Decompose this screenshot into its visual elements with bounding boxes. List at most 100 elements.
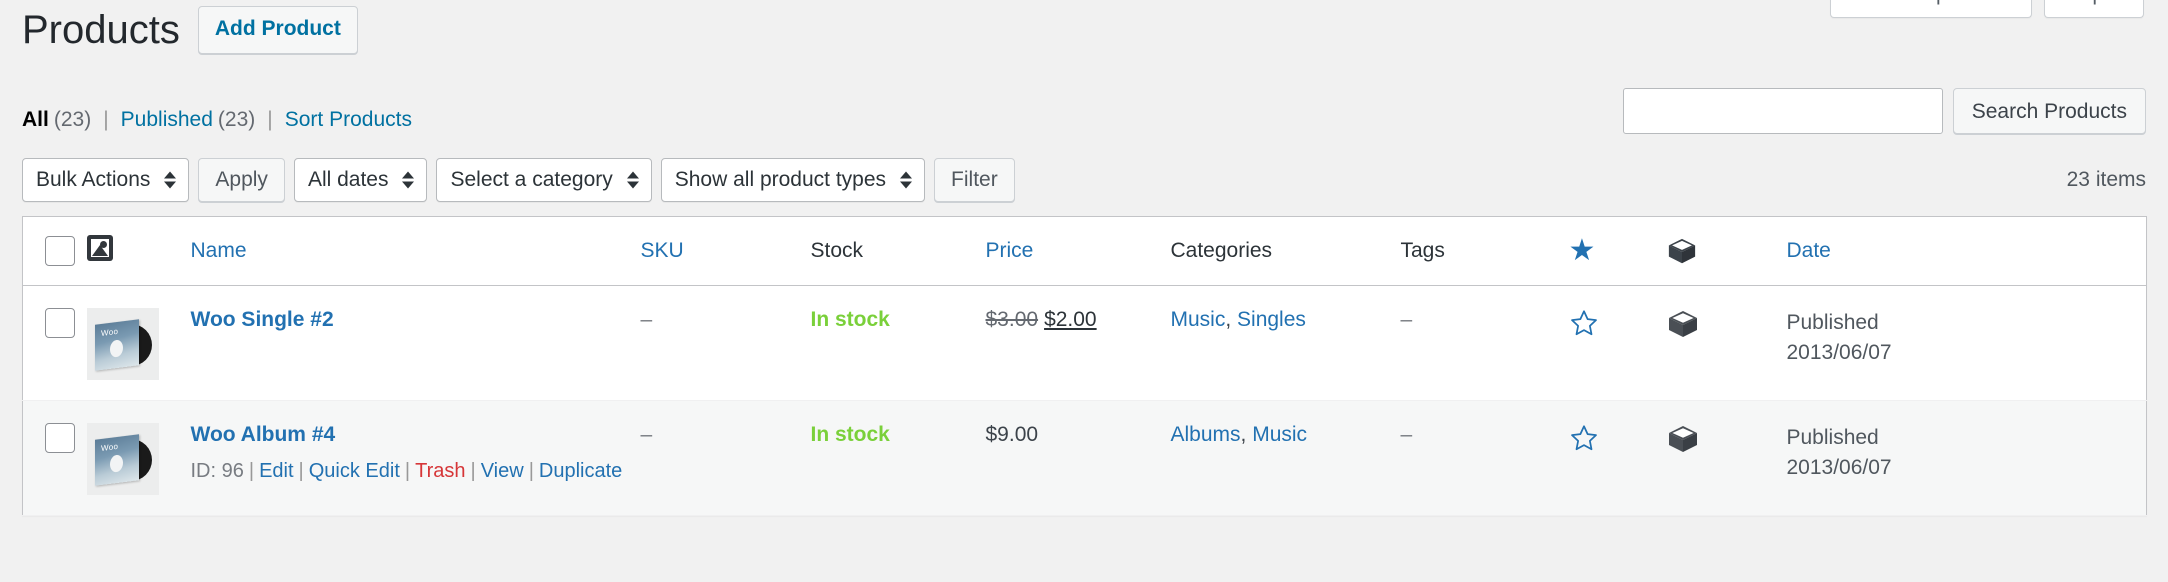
bulk-actions-select[interactable]: Bulk Actions	[22, 158, 190, 202]
column-header-select-all[interactable]	[22, 216, 87, 286]
row-featured-cell[interactable]	[1568, 400, 1667, 516]
bulk-actions-value: Bulk Actions	[36, 168, 151, 191]
filter-button[interactable]: Filter	[934, 158, 1015, 202]
row-thumbnail-cell: Woo	[86, 285, 191, 401]
column-header-tags: Tags	[1400, 216, 1569, 286]
column-header-tags-label: Tags	[1400, 239, 1445, 262]
row-actions: ID: 96 | Edit | Quick Edit | Trash | View | Duplic…	[190, 460, 623, 482]
apply-button[interactable]: Apply	[198, 158, 285, 202]
category-comma: ,	[1225, 308, 1238, 331]
search-products-button[interactable]: Search Products	[1952, 88, 2146, 134]
column-header-price[interactable]: Price	[985, 216, 1171, 286]
category-link[interactable]: Albums	[1171, 423, 1241, 446]
view-link-all[interactable]: All	[22, 108, 49, 132]
date-value: 2013/06/07	[1786, 341, 1892, 365]
row-checkbox-cell[interactable]	[22, 400, 87, 516]
chevron-down-icon: ▼	[2002, 0, 2015, 2]
date-filter-select[interactable]: All dates	[293, 158, 428, 202]
row-thumbnail-cell: Woo	[86, 400, 191, 516]
column-header-categories: Categories	[1170, 216, 1401, 286]
column-header-thumbnail	[86, 216, 191, 286]
row-categories-cell[interactable]: Music, Singles	[1170, 285, 1401, 401]
table-header-row: Name SKU Stock Price Categories Tags ★ D…	[22, 216, 2147, 286]
category-link[interactable]: Music	[1252, 423, 1307, 446]
row-price-cell: $3.00 $2.00	[985, 285, 1171, 401]
column-header-featured[interactable]: ★	[1568, 216, 1667, 286]
product-type-filter-value: Show all product types	[674, 168, 887, 191]
category-link[interactable]: Singles	[1237, 308, 1306, 331]
category-filter-value: Select a category	[450, 168, 613, 191]
stock-status: In stock	[810, 308, 890, 331]
column-header-sku[interactable]: SKU	[640, 216, 811, 286]
row-sku-cell: –	[640, 285, 811, 401]
duplicate-link[interactable]: Duplicate	[539, 460, 622, 482]
select-arrows-icon	[900, 171, 913, 189]
product-box-icon	[1667, 236, 1787, 266]
view-link-published[interactable]: Published	[121, 108, 213, 132]
row-checkbox-cell[interactable]	[22, 285, 87, 401]
row-featured-cell[interactable]	[1568, 285, 1667, 401]
column-header-sku-label[interactable]: SKU	[641, 239, 684, 262]
view-filter-links: All (23) | Published (23) | Sort Product…	[22, 108, 412, 132]
help-label: Help	[2061, 0, 2104, 7]
star-outline-icon[interactable]	[1569, 423, 1667, 453]
row-select-checkbox[interactable]	[45, 423, 75, 453]
row-categories-cell[interactable]: Albums, Music	[1170, 400, 1401, 516]
view-link-sort-products[interactable]: Sort Products	[285, 108, 412, 132]
select-arrows-icon	[164, 171, 177, 189]
page-header: Products Add Product	[22, 6, 358, 54]
row-date-cell: Published 2013/06/07	[1786, 285, 2147, 401]
product-price: $9.00	[985, 423, 1039, 446]
product-sku: –	[640, 308, 653, 331]
category-link[interactable]: Music	[1171, 308, 1226, 331]
trash-link[interactable]: Trash	[415, 460, 465, 482]
row-name-cell[interactable]: Woo Album #4 ID: 96 | Edit | Quick Edit | Tras…	[190, 400, 641, 516]
category-filter-select[interactable]: Select a category	[436, 158, 652, 202]
search-input[interactable]	[1622, 88, 1943, 134]
row-name-cell[interactable]: Woo Single #2	[190, 285, 641, 401]
quick-edit-link[interactable]: Quick Edit	[309, 460, 400, 482]
admin-products-screen: Screen Options ▼ Help ▼ Products Add Pro…	[0, 0, 2168, 582]
select-all-checkbox[interactable]	[45, 236, 75, 266]
product-name-link[interactable]: Woo Album #4	[191, 423, 336, 446]
star-outline-icon[interactable]	[1569, 308, 1667, 338]
product-type-filter-select[interactable]: Show all product types	[660, 158, 926, 202]
screen-options-button[interactable]: Screen Options ▼	[1830, 0, 2032, 19]
row-product-type-cell	[1666, 400, 1787, 516]
column-header-categories-label: Categories	[1170, 239, 1273, 262]
view-count-all: (23)	[53, 108, 92, 131]
column-header-name-label[interactable]: Name	[191, 239, 247, 262]
row-tags-cell: –	[1400, 400, 1569, 516]
column-header-date-label[interactable]: Date	[1787, 239, 1831, 262]
tablenav-top: Bulk Actions Apply All dates Select a ca…	[22, 157, 1015, 203]
view-link[interactable]: View	[481, 460, 524, 482]
product-tags: –	[1400, 423, 1413, 446]
date-value: 2013/06/07	[1786, 456, 1892, 480]
date-status: Published	[1786, 311, 1879, 334]
column-header-price-label[interactable]: Price	[986, 239, 1034, 262]
product-name-link[interactable]: Woo Single #2	[191, 308, 334, 331]
product-thumbnail: Woo	[86, 308, 159, 380]
view-separator: |	[267, 108, 273, 131]
column-header-name[interactable]: Name	[190, 216, 641, 286]
select-arrows-icon	[402, 171, 415, 189]
sale-price: $2.00	[1044, 308, 1097, 331]
table-row[interactable]: Woo Woo Single #2 – In stock $3.00 $2.00 …	[22, 285, 2147, 401]
category-comma: ,	[1240, 423, 1253, 446]
row-price-cell: $9.00	[985, 400, 1171, 516]
product-sku: –	[640, 423, 653, 446]
search-box: Search Products	[1622, 88, 2146, 134]
column-header-date[interactable]: Date	[1786, 216, 2147, 286]
product-thumbnail: Woo	[86, 423, 159, 495]
row-select-checkbox[interactable]	[45, 308, 75, 338]
row-sku-cell: –	[640, 400, 811, 516]
help-button[interactable]: Help ▼	[2043, 0, 2144, 19]
image-icon	[86, 235, 113, 261]
edit-link[interactable]: Edit	[259, 460, 293, 482]
row-tags-cell: –	[1400, 285, 1569, 401]
view-count-published: (23)	[217, 108, 256, 131]
table-row[interactable]: Woo Woo Album #4 ID: 96 | Edit | Quick Edit |…	[22, 400, 2147, 516]
select-arrows-icon	[626, 171, 639, 189]
regular-price: $3.00	[985, 308, 1039, 331]
add-product-button[interactable]: Add Product	[197, 6, 358, 54]
